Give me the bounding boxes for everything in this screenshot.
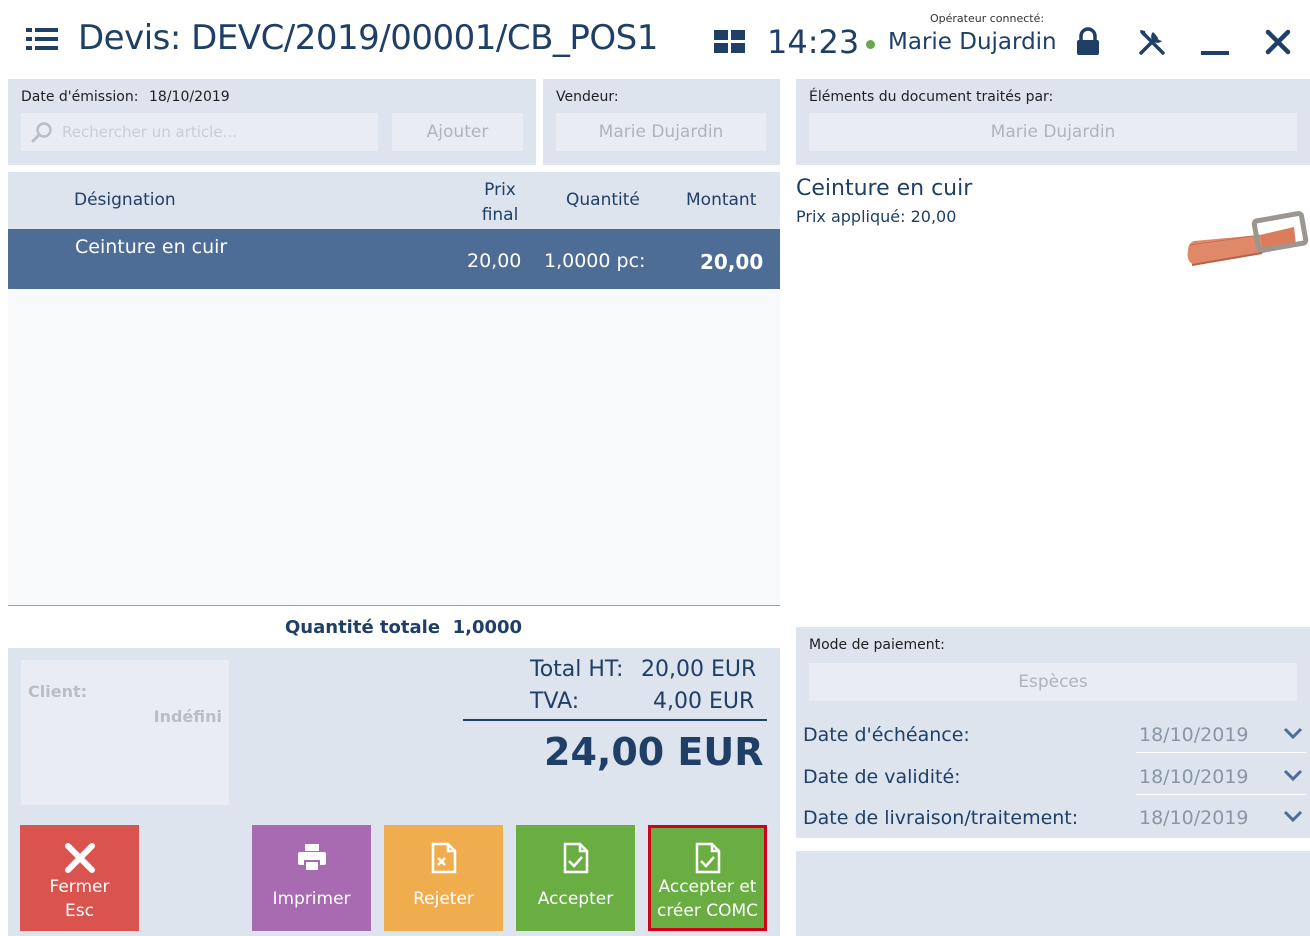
col-amount[interactable]: Montant (686, 190, 756, 210)
add-button[interactable]: Ajouter (392, 113, 523, 151)
table-row[interactable]: Ceinture en cuir 20,00 1,0000 pc: 20,00 (8, 229, 780, 289)
search-panel: Date d'émission: 18/10/2019 Rechercher u… (8, 79, 536, 165)
close-icon[interactable] (1258, 22, 1298, 62)
processed-by-field[interactable]: Marie Dujardin (809, 113, 1297, 151)
search-icon (31, 122, 52, 143)
client-label: Client: (28, 682, 87, 701)
search-input[interactable]: Rechercher un article... (21, 113, 378, 151)
col-designation[interactable]: Désignation (74, 190, 176, 210)
col-final-price-line2: final (481, 205, 519, 225)
ht-label: Total HT: (530, 657, 624, 682)
search-placeholder: Rechercher un article... (62, 123, 237, 141)
processed-by-panel: Éléments du document traités par: Marie … (796, 79, 1310, 165)
close-button-shortcut: Esc (65, 901, 94, 921)
operator-name: Marie Dujardin (888, 29, 1057, 55)
totals-divider (463, 719, 767, 721)
minimize-icon[interactable] (1195, 22, 1235, 62)
vendor-label: Vendeur: (556, 89, 619, 105)
detail-item-name: Ceinture en cuir (796, 176, 973, 201)
chevron-down-icon[interactable] (1280, 762, 1306, 788)
operator-label: Opérateur connecté: (930, 12, 1045, 25)
page-title: Devis: DEVC/2019/00001/CB_POS1 (78, 18, 658, 58)
accept-button-label: Accepter (537, 889, 614, 909)
validity-date-label: Date de validité: (803, 766, 961, 788)
delivery-date-row: Date de livraison/traitement: 18/10/2019 (796, 797, 1310, 838)
due-date-underline (1136, 752, 1306, 753)
bottom-right-panel (796, 851, 1310, 936)
tiles-icon[interactable] (714, 30, 746, 54)
due-date-value[interactable]: 18/10/2019 (1139, 724, 1249, 746)
vendor-field[interactable]: Marie Dujardin (556, 113, 766, 151)
clock: 14:23 (767, 23, 860, 61)
tva-value: 4,00 EUR (653, 689, 755, 714)
close-button-label: Fermer (49, 877, 110, 897)
issue-date-value: 18/10/2019 (149, 89, 230, 105)
row-name: Ceinture en cuir (75, 236, 228, 258)
total-qty-label: Quantité totale (285, 617, 441, 638)
grid-divider (8, 605, 780, 606)
online-status-icon (866, 40, 875, 49)
product-image (1187, 211, 1309, 266)
close-x-icon (64, 843, 95, 873)
close-button[interactable]: Fermer Esc (20, 825, 139, 931)
grid-body (8, 289, 780, 605)
row-qty: 1,0000 pc: (544, 250, 646, 272)
grand-total: 24,00 EUR (544, 730, 764, 774)
row-amount: 20,00 (700, 250, 764, 274)
document-reject-icon (431, 842, 456, 874)
due-date-row: Date d'échéance: 18/10/2019 (796, 714, 1310, 755)
ht-value: 20,00 EUR (641, 657, 757, 682)
col-quantity[interactable]: Quantité (566, 190, 640, 210)
document-check-icon (563, 842, 588, 874)
detail-price-value: 20,00 (910, 207, 957, 226)
delivery-date-value[interactable]: 18/10/2019 (1139, 807, 1249, 829)
document-check-icon (695, 842, 720, 874)
menu-icon[interactable] (26, 28, 58, 52)
accept-create-order-button[interactable]: Accepter et créer COMC (648, 825, 767, 931)
accept-create-label-line1: Accepter et (658, 877, 757, 897)
tva-label: TVA: (530, 689, 580, 714)
chevron-down-icon[interactable] (1280, 720, 1306, 746)
total-qty-value: 1,0000 (452, 617, 523, 638)
payment-method-field[interactable]: Espèces (809, 663, 1297, 701)
reject-button[interactable]: Rejeter (384, 825, 503, 931)
print-button-label: Imprimer (272, 889, 351, 909)
payment-panel: Mode de paiement: Espèces (796, 627, 1310, 713)
accept-create-label-line2: créer COMC (656, 901, 759, 921)
col-final-price-line1: Prix (484, 180, 516, 200)
client-value: Indéfini (153, 707, 222, 726)
detail-price: Prix appliqué: 20,00 (796, 207, 956, 226)
delivery-date-label: Date de livraison/traitement: (803, 807, 1079, 829)
validity-date-underline (1136, 794, 1306, 795)
issue-date-label: Date d'émission: (21, 89, 139, 105)
validity-date-value[interactable]: 18/10/2019 (1139, 766, 1249, 788)
due-date-label: Date d'échéance: (803, 724, 970, 746)
row-price: 20,00 (467, 250, 522, 272)
payment-label: Mode de paiement: (809, 637, 945, 653)
lock-icon[interactable] (1068, 22, 1108, 62)
chevron-down-icon[interactable] (1280, 803, 1306, 829)
accept-button[interactable]: Accepter (516, 825, 635, 931)
total-qty: Quantité totale 1,0000 (285, 617, 522, 638)
printer-icon (297, 844, 326, 872)
vendor-panel: Vendeur: Marie Dujardin (543, 79, 780, 165)
client-box[interactable]: Client: Indéfini (21, 660, 229, 805)
detail-price-label: Prix appliqué: (796, 207, 906, 226)
tools-icon[interactable] (1132, 22, 1172, 62)
grid-header: Désignation Prix final Quantité Montant (8, 172, 780, 229)
validity-date-row: Date de validité: 18/10/2019 (796, 756, 1310, 797)
processed-by-label: Éléments du document traités par: (809, 89, 1054, 105)
reject-button-label: Rejeter (413, 889, 474, 909)
col-final-price[interactable]: Prix final (478, 178, 522, 228)
print-button[interactable]: Imprimer (252, 825, 371, 931)
